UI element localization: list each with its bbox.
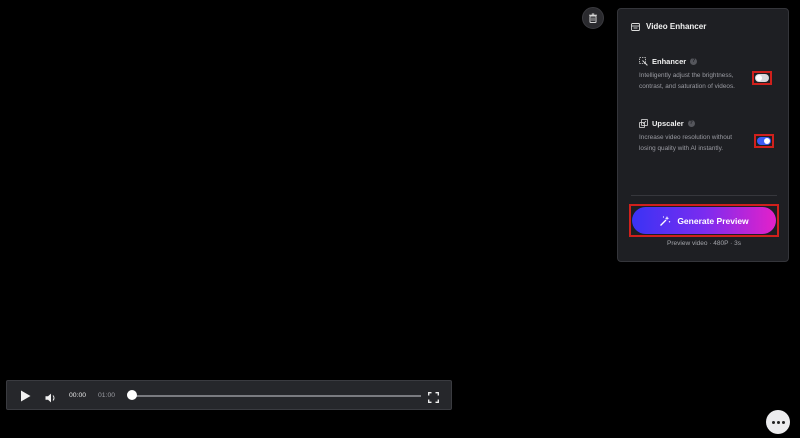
generate-preview-highlight: Generate Preview — [629, 204, 779, 237]
panel-divider — [631, 195, 777, 196]
toggle-knob — [764, 138, 770, 144]
volume-button[interactable] — [45, 390, 57, 408]
panel-header: Video Enhancer — [631, 22, 706, 31]
enhancer-panel-icon — [631, 22, 640, 31]
current-time: 00:00 — [69, 392, 87, 399]
seek-bar[interactable] — [136, 395, 421, 397]
preview-note: Preview video · 480P · 3s — [667, 240, 741, 247]
video-enhancer-panel: Video Enhancer Enhancer ? Intelligently … — [617, 8, 789, 262]
magic-wand-icon — [639, 57, 648, 66]
upscaler-label: Upscaler — [652, 119, 684, 128]
upscaler-toggle-switch[interactable] — [757, 137, 771, 145]
more-icon — [781, 420, 785, 424]
fullscreen-icon — [428, 392, 439, 403]
duration: 01:00 — [98, 392, 116, 399]
more-options-button[interactable] — [766, 410, 790, 434]
play-icon — [21, 390, 31, 402]
play-button[interactable] — [20, 389, 31, 407]
enhancer-label: Enhancer — [652, 57, 687, 66]
more-icon — [771, 420, 775, 424]
seek-thumb[interactable] — [127, 390, 137, 400]
upscaler-toggle[interactable] — [754, 134, 774, 148]
enhancer-toggle[interactable] — [752, 71, 772, 85]
trash-icon — [589, 13, 597, 23]
help-icon[interactable]: ? — [690, 58, 698, 65]
generate-preview-label: Generate Preview — [677, 215, 749, 226]
generate-preview-button[interactable]: Generate Preview — [632, 207, 776, 234]
enhancer-toggle-switch[interactable] — [755, 74, 769, 82]
delete-button[interactable] — [582, 7, 604, 29]
more-icon — [776, 420, 780, 424]
help-icon[interactable]: ? — [687, 120, 695, 127]
fullscreen-button[interactable] — [428, 390, 439, 408]
volume-icon — [45, 393, 55, 403]
video-player-controls: 00:00 01:00 — [6, 380, 452, 410]
upscaler-description: Increase video resolution without losing… — [639, 134, 733, 152]
toggle-knob — [756, 75, 762, 81]
sparkle-wand-icon — [660, 215, 671, 226]
video-canvas: Video Enhancer Enhancer ? Intelligently … — [0, 0, 800, 438]
upscale-icon — [639, 119, 648, 128]
enhancer-description: Intelligently adjust the brightness, con… — [639, 72, 735, 90]
panel-title: Video Enhancer — [646, 22, 707, 31]
